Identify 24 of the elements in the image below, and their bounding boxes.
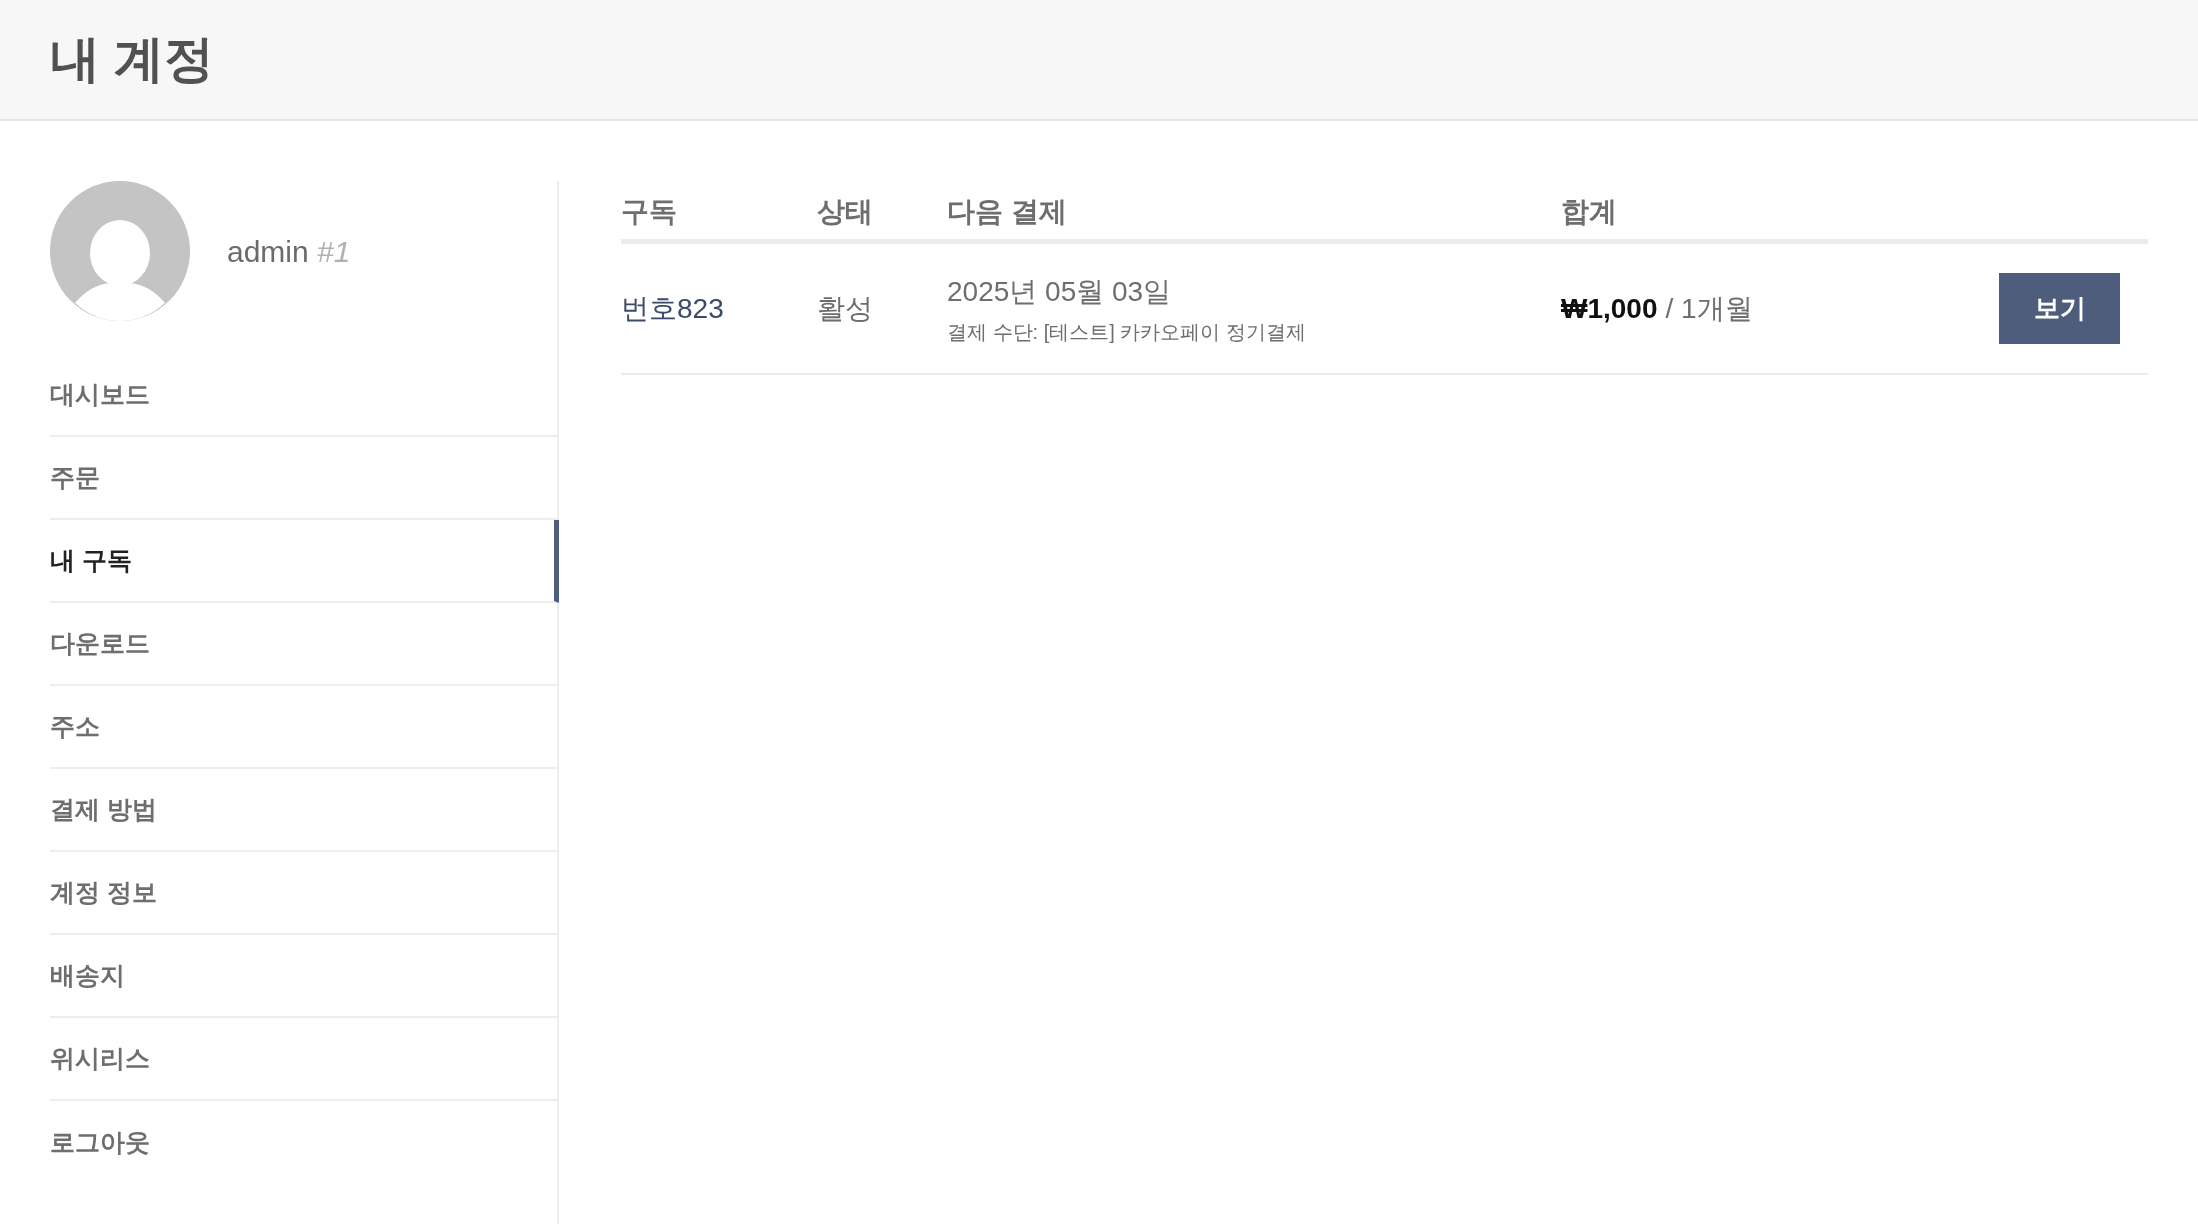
sidebar-item[interactable]: 계정 정보	[50, 852, 559, 935]
payment-method: 결제 수단: [테스트] 카카오페이 정기결제	[947, 319, 1306, 345]
sidebar-item[interactable]: 다운로드	[50, 603, 559, 686]
next-payment-date: 2025년 05월 03일	[947, 274, 1172, 309]
billing-period: / 1개월	[1665, 291, 1753, 326]
column-header: 구독	[621, 195, 677, 227]
sidebar-item[interactable]: 주소	[50, 686, 559, 769]
sidebar-item[interactable]: 위시리스	[50, 1018, 559, 1101]
status-text: 활성	[817, 292, 873, 324]
sidebar-item[interactable]: 대시보드	[50, 354, 559, 437]
user-name: admin #1	[227, 233, 351, 270]
sidebar-item[interactable]: 결제 방법	[50, 769, 559, 852]
sidebar-item[interactable]: 주문	[50, 437, 559, 520]
view-button[interactable]: 보기	[1999, 273, 2120, 344]
column-header: 상태	[817, 195, 873, 227]
page-title: 내 계정	[50, 30, 214, 89]
subscription-link[interactable]: 번호823	[621, 292, 724, 324]
sidebar-item[interactable]: 내 구독	[50, 520, 559, 603]
amount: ₩1,000	[1561, 291, 1658, 326]
column-header: 합계	[1561, 195, 1617, 227]
column-header: 다음 결제	[947, 195, 1067, 227]
avatar-icon	[50, 181, 190, 321]
sidebar-item[interactable]: 배송지	[50, 935, 559, 1018]
sidebar-item[interactable]: 로그아웃	[50, 1101, 559, 1184]
